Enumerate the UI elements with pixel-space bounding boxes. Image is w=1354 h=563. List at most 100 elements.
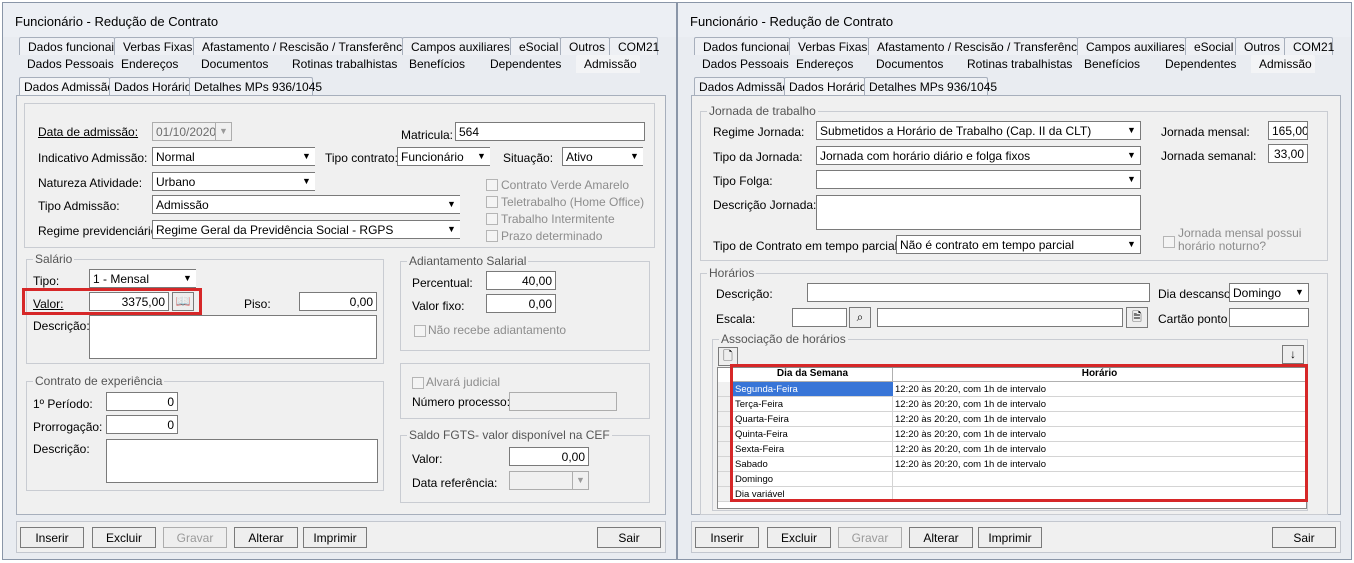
tab-documentos[interactable]: Documentos [193, 55, 285, 73]
tipo-label: Tipo: [33, 274, 60, 288]
subtab-dados-admissao[interactable]: Dados Admissão [19, 77, 114, 95]
tab-dependentes[interactable]: Dependentes [482, 55, 577, 73]
gravar-button[interactable]: Gravar [163, 527, 227, 548]
percentual-input[interactable]: 40,00 [486, 271, 556, 290]
tab-dados-funcionais[interactable]: Dados funcionais [19, 37, 120, 55]
indicativo-chevron-down-icon[interactable]: ▼ [298, 148, 315, 165]
tab-rotinas[interactable]: Rotinas trabalhistas [959, 55, 1077, 73]
valor-fixo-input[interactable]: 0,00 [486, 294, 556, 313]
periodo1-input[interactable]: 0 [106, 392, 178, 411]
descricao-input[interactable] [807, 283, 1150, 302]
tab-beneficios[interactable]: Benefícios [401, 55, 483, 73]
tipo-contrato-parcial-select[interactable]: Não é contrato em tempo parcial [896, 235, 1141, 254]
tipo-chevron-down-icon[interactable]: ▼ [179, 270, 196, 287]
arrow-down-icon[interactable]: ↓ [1282, 345, 1304, 364]
subtab-dados-horario[interactable]: Dados Horário [109, 77, 191, 95]
tipo-folga-chevron-down-icon[interactable]: ▼ [1123, 171, 1140, 188]
tab-enderecos[interactable]: Endereços [113, 55, 194, 73]
data-ref-chevron-down-icon[interactable]: ▼ [572, 472, 588, 489]
tab-dados-funcionais[interactable]: Dados funcionais [694, 37, 795, 55]
regime-jornada-chevron-down-icon[interactable]: ▼ [1123, 122, 1140, 139]
tab-row-1: Dados funcionais Verbas Fixas Afastament… [19, 37, 659, 55]
piso-input[interactable]: 0,00 [299, 292, 377, 311]
tab-outros[interactable]: Outros [560, 37, 610, 55]
tab-enderecos[interactable]: Endereços [788, 55, 869, 73]
natureza-chevron-down-icon[interactable]: ▼ [298, 173, 315, 190]
dia-descanso-chevron-down-icon[interactable]: ▼ [1291, 284, 1308, 301]
tab-outros[interactable]: Outros [1235, 37, 1285, 55]
regime-jornada-select[interactable]: Submetidos a Horário de Trabalho (Cap. I… [816, 121, 1141, 140]
gravar-button[interactable]: Gravar [838, 527, 902, 548]
escala-code-input[interactable] [792, 308, 847, 327]
descricao-label: Descrição: [716, 287, 773, 301]
inserir-button[interactable]: Inserir [695, 527, 759, 548]
alterar-button[interactable]: Alterar [909, 527, 973, 548]
right-window: Funcionário - Redução de Contrato Dados … [677, 2, 1352, 560]
sair-button[interactable]: Sair [597, 527, 661, 548]
descricao-jornada-textarea[interactable] [816, 195, 1141, 230]
tab-dependentes[interactable]: Dependentes [1157, 55, 1252, 73]
tab-admissao[interactable]: Admissão [576, 55, 640, 73]
teletrabalho-checkbox[interactable] [486, 196, 498, 208]
prazo-determinado-checkbox[interactable] [486, 230, 498, 242]
tab-verbas-fixas[interactable]: Verbas Fixas [114, 37, 194, 55]
tipo-jornada-select[interactable]: Jornada com horário diário e folga fixos [816, 146, 1141, 165]
tab-rotinas[interactable]: Rotinas trabalhistas [284, 55, 402, 73]
tipo-jornada-chevron-down-icon[interactable]: ▼ [1123, 147, 1140, 164]
tab-documentos[interactable]: Documentos [868, 55, 960, 73]
tab-campos-auxiliares[interactable]: Campos auxiliares [402, 37, 511, 55]
tab-com21[interactable]: COM21 [1284, 37, 1334, 55]
tipo-folga-select[interactable] [816, 170, 1141, 189]
tab-afastamento[interactable]: Afastamento / Rescisão / Transferência [868, 37, 1086, 55]
inserir-button[interactable]: Inserir [20, 527, 84, 548]
jornada-mensal-input[interactable]: 165,00 [1268, 121, 1308, 140]
subtab-dados-horario[interactable]: Dados Horário [784, 77, 866, 95]
imprimir-button[interactable]: Imprimir [303, 527, 367, 548]
descricao-textarea[interactable] [89, 315, 377, 359]
subtab-detalhes-mps[interactable]: Detalhes MPs 936/1045 [189, 77, 322, 95]
sair-button[interactable]: Sair [1272, 527, 1336, 548]
prorrogacao-input[interactable]: 0 [106, 415, 178, 434]
natureza-select[interactable]: Urbano [152, 172, 315, 191]
tab-dados-pessoais[interactable]: Dados Pessoais [19, 55, 114, 73]
nao-recebe-checkbox[interactable] [414, 325, 426, 337]
subtab-detalhes-mps[interactable]: Detalhes MPs 936/1045 [864, 77, 997, 95]
tab-com21[interactable]: COM21 [609, 37, 659, 55]
tipo-admissao-select[interactable]: Admissão [152, 195, 460, 214]
alterar-button[interactable]: Alterar [234, 527, 298, 548]
tipo-contrato-parcial-chevron-down-icon[interactable]: ▼ [1123, 236, 1140, 253]
descricao2-textarea[interactable] [106, 439, 378, 483]
tab-afastamento[interactable]: Afastamento / Rescisão / Transferência [193, 37, 411, 55]
cartao-ponto-input[interactable] [1229, 308, 1309, 327]
escala-name-input[interactable] [877, 308, 1123, 327]
num-processo-input[interactable] [509, 392, 617, 411]
tab-verbas-fixas[interactable]: Verbas Fixas [789, 37, 869, 55]
trabalho-intermitente-checkbox[interactable] [486, 213, 498, 225]
regime-chevron-down-icon[interactable]: ▼ [443, 221, 460, 238]
tab-dados-pessoais[interactable]: Dados Pessoais [694, 55, 789, 73]
tab-admissao[interactable]: Admissão [1251, 55, 1315, 73]
matricula-input[interactable]: 564 [455, 122, 645, 141]
document-icon[interactable]: 🗎 [1126, 307, 1148, 328]
jornada-semanal-input[interactable]: 33,00 [1268, 144, 1308, 163]
tab-beneficios[interactable]: Benefícios [1076, 55, 1158, 73]
tab-campos-auxiliares[interactable]: Campos auxiliares [1077, 37, 1186, 55]
associacao-group-title: Associação de horários [719, 332, 848, 346]
tab-esocial[interactable]: eSocial [1185, 37, 1236, 55]
tab-esocial[interactable]: eSocial [510, 37, 561, 55]
fgts-valor-input[interactable]: 0,00 [509, 447, 589, 466]
situacao-chevron-down-icon[interactable]: ▼ [626, 148, 643, 165]
tipo-contrato-chevron-down-icon[interactable]: ▼ [473, 148, 490, 165]
data-admissao-dropdown-icon[interactable]: ▼ [215, 123, 231, 140]
contrato-verde-amarelo-checkbox[interactable] [486, 179, 498, 191]
regime-select[interactable]: Regime Geral da Previdência Social - RGP… [152, 220, 460, 239]
imprimir-button[interactable]: Imprimir [978, 527, 1042, 548]
excluir-button[interactable]: Excluir [767, 527, 831, 548]
subtab-dados-admissao[interactable]: Dados Admissão [694, 77, 789, 95]
indicativo-select[interactable]: Normal [152, 147, 315, 166]
alvara-checkbox[interactable] [412, 377, 424, 389]
jornada-noturno-checkbox[interactable] [1163, 236, 1175, 248]
binoculars-icon[interactable]: ⌕ [849, 307, 871, 328]
excluir-button[interactable]: Excluir [92, 527, 156, 548]
tipo-admissao-chevron-down-icon[interactable]: ▼ [443, 196, 460, 213]
